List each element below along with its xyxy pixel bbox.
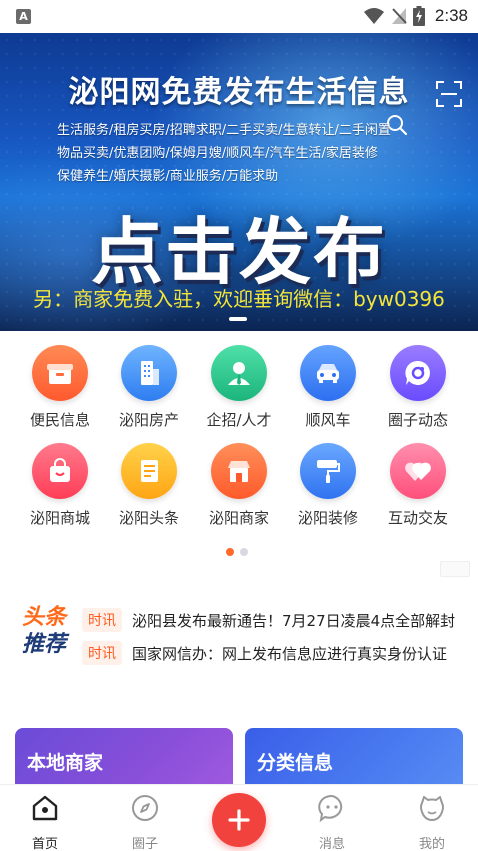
ad-label-placeholder — [440, 561, 470, 577]
category-grid: 便民信息 泌阳房产 企招/人才 顺风车 圈子动态 泌阳商城 泌阳头条 泌阳商家 … — [0, 345, 478, 541]
category-item-rideshare[interactable]: 顺风车 — [283, 345, 373, 430]
paint-roller-icon — [300, 443, 356, 499]
profile-icon — [420, 796, 444, 821]
category-label: 企招/人才 — [206, 411, 272, 429]
wifi-icon — [363, 8, 384, 24]
banner-category-line-1: 生活服务/租房买房/招聘求职/二手买卖/生意转让/二手闲置 — [57, 123, 391, 138]
category-label: 圈子动态 — [387, 411, 448, 429]
category-item-merchants[interactable]: 泌阳商家 — [194, 443, 284, 528]
category-item-mall[interactable]: 泌阳商城 — [15, 443, 105, 528]
tab-label: 我的 — [418, 837, 445, 851]
pager-dot — [240, 548, 248, 556]
app-notification-icon: A — [16, 9, 31, 24]
category-label: 泌阳商家 — [208, 509, 269, 527]
category-label: 泌阳房产 — [118, 411, 179, 429]
card-title: 分类信息 — [257, 752, 334, 774]
banner-category-line-3: 保健养生/婚庆摄影/商业服务/万能求助 — [57, 169, 279, 184]
publish-button[interactable] — [212, 793, 266, 847]
plus-icon — [228, 809, 250, 831]
category-item-convenience[interactable]: 便民信息 — [15, 345, 105, 430]
tab-messages[interactable]: 消息 — [302, 793, 362, 851]
category-label: 便民信息 — [29, 411, 90, 429]
category-label: 泌阳商城 — [29, 509, 90, 527]
pager-dot-active — [226, 548, 234, 556]
headline-logo-top: 头条 — [21, 605, 66, 630]
tab-label: 圈子 — [131, 837, 158, 851]
message-icon — [318, 794, 343, 823]
category-item-decoration[interactable]: 泌阳装修 — [283, 443, 373, 528]
chat-circle-icon — [390, 345, 446, 401]
building-icon — [121, 345, 177, 401]
banner-footer-contact: 另：商家免费入驻，欢迎垂询微信：byw0396 — [33, 287, 445, 311]
status-icons: 2:38 — [363, 5, 468, 27]
headline-logo-bottom: 推荐 — [21, 632, 66, 657]
banner-category-line-2: 物品买卖/优惠团购/保姆月嫂/顺风车/汽车生活/家居装修 — [57, 146, 378, 161]
tab-profile[interactable]: 我的 — [402, 793, 462, 851]
headline-text: 泌阳县发布最新通告！7月27日凌晨4点全部解封 — [132, 611, 456, 630]
category-row: 便民信息 泌阳房产 企招/人才 顺风车 圈子动态 — [0, 345, 478, 443]
card-title: 本地商家 — [27, 752, 104, 774]
clock: 2:38 — [434, 6, 468, 25]
category-row: 泌阳商城 泌阳头条 泌阳商家 泌阳装修 互动交友 — [0, 443, 478, 541]
headline-logo: 头条 推荐 — [20, 604, 68, 658]
gift-box-icon — [32, 345, 88, 401]
category-item-real-estate[interactable]: 泌阳房产 — [104, 345, 194, 430]
person-icon — [211, 345, 267, 401]
compass-icon — [132, 795, 158, 821]
category-label: 泌阳头条 — [118, 509, 179, 527]
no-signal-icon — [391, 8, 407, 24]
app-screen: A 2:38 泌阳网免费发布生活信息 生活服务/租房买房/招聘求职/二手买卖/生… — [0, 0, 478, 851]
shop-icon — [211, 443, 267, 499]
category-page-indicator — [226, 548, 248, 556]
headline-tag: 时讯 — [82, 641, 122, 665]
category-label: 泌阳装修 — [297, 509, 358, 527]
banner-title: 泌阳网免费发布生活信息 — [68, 75, 410, 110]
document-icon — [121, 443, 177, 499]
category-label: 互动交友 — [387, 509, 448, 527]
tab-home[interactable]: 首页 — [15, 793, 75, 851]
category-item-jobs[interactable]: 企招/人才 — [194, 345, 284, 430]
hearts-icon — [390, 443, 446, 499]
tab-label: 首页 — [31, 837, 58, 851]
headline-ticker: 头条 推荐 时讯 泌阳县发布最新通告！7月27日凌晨4点全部解封 时讯 国家网信… — [0, 600, 478, 670]
tab-circle[interactable]: 圈子 — [115, 793, 175, 851]
headline-tag: 时讯 — [82, 608, 122, 632]
scan-icon[interactable] — [436, 81, 462, 107]
promo-banner[interactable]: 泌阳网免费发布生活信息 生活服务/租房买房/招聘求职/二手买卖/生意转让/二手闲… — [0, 33, 478, 331]
home-icon — [32, 795, 58, 821]
headline-item[interactable]: 时讯 国家网信办：网上发布信息应进行真实身份认证 — [82, 641, 462, 665]
car-icon — [300, 345, 356, 401]
battery-charging-icon — [412, 6, 425, 26]
status-bar: A 2:38 — [0, 0, 478, 33]
headline-item[interactable]: 时讯 泌阳县发布最新通告！7月27日凌晨4点全部解封 — [82, 608, 462, 632]
category-item-headlines[interactable]: 泌阳头条 — [104, 443, 194, 528]
headline-text: 国家网信办：网上发布信息应进行真实身份认证 — [132, 644, 448, 663]
shopping-bag-icon — [32, 443, 88, 499]
category-item-circle[interactable]: 圈子动态 — [373, 345, 463, 430]
category-label: 顺风车 — [305, 411, 351, 429]
category-item-dating[interactable]: 互动交友 — [373, 443, 463, 528]
tab-label: 消息 — [318, 837, 345, 851]
banner-page-indicator — [229, 317, 247, 321]
